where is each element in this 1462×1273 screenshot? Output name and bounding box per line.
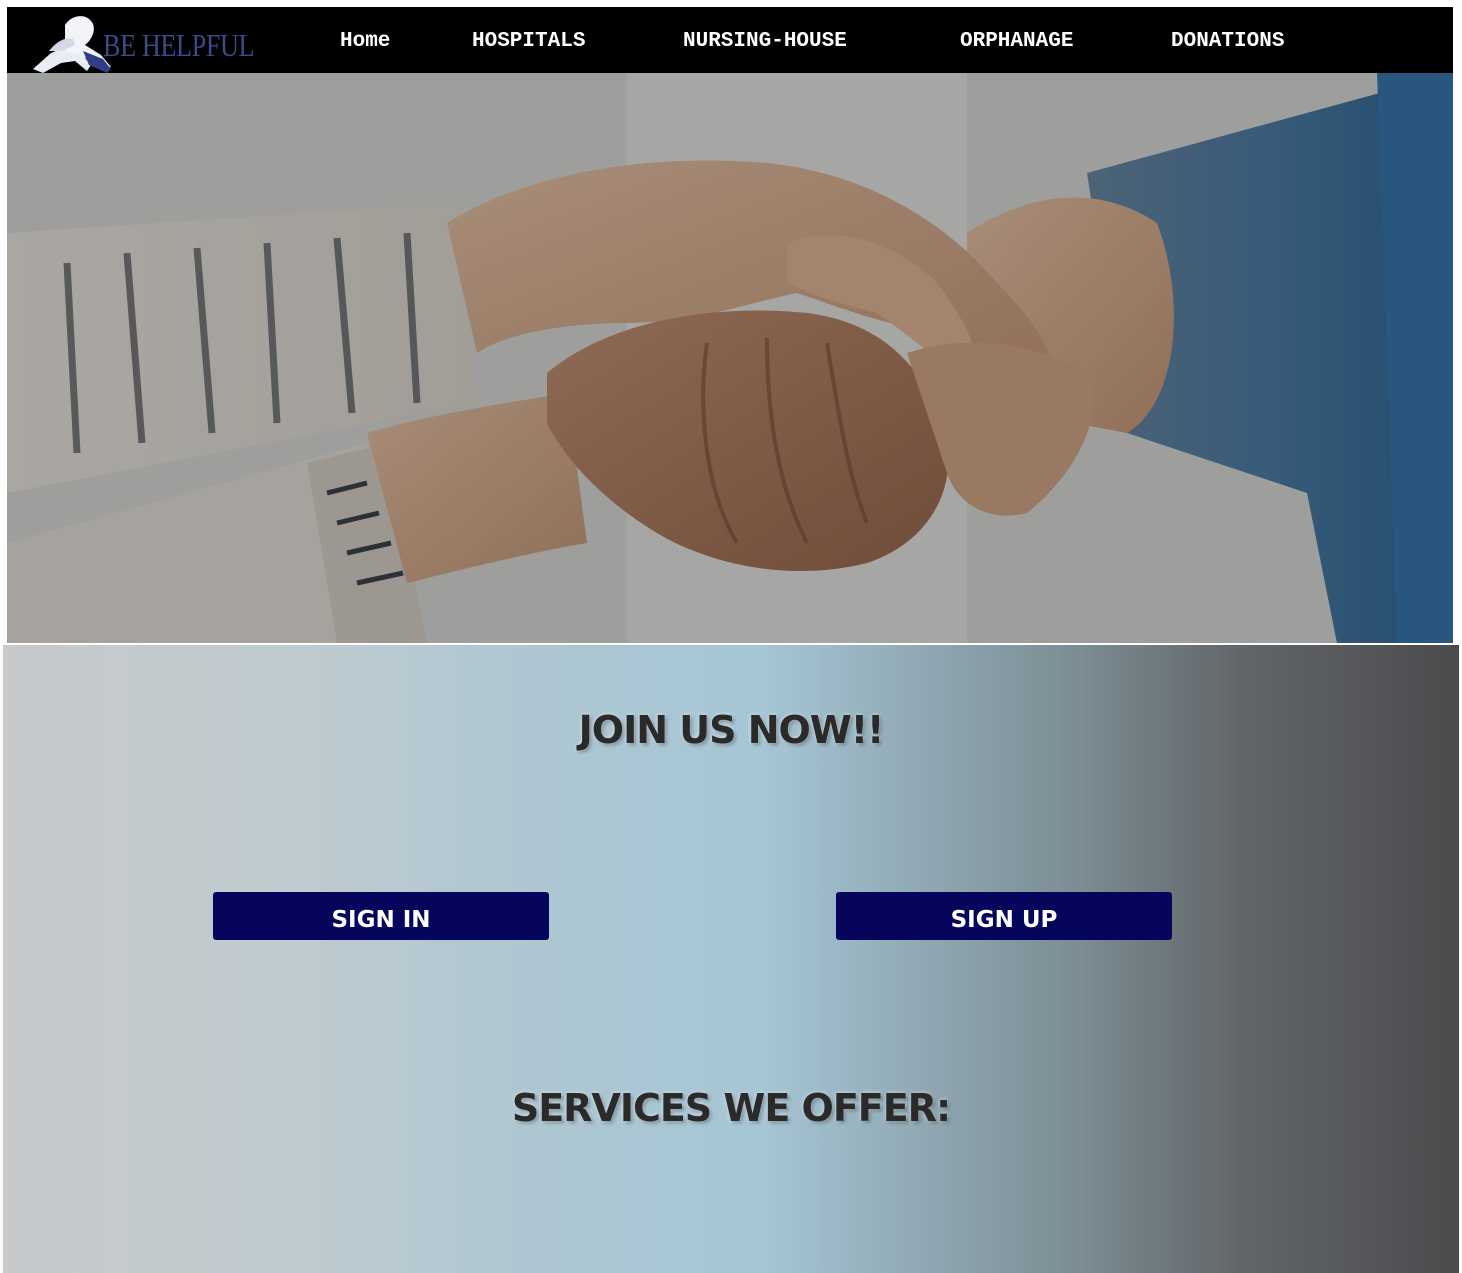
nav-home-link[interactable]: Home	[340, 28, 390, 56]
sign-up-button[interactable]: SIGN UP	[836, 892, 1172, 940]
services-heading: SERVICES WE OFFER:	[511, 1086, 951, 1130]
handshake-icon	[33, 16, 111, 73]
sign-in-button[interactable]: SIGN IN	[213, 892, 549, 940]
nav-orphanage-link[interactable]: ORPHANAGE	[960, 28, 1073, 56]
top-navbar: BE HELPFUL Home HOSPITALS NURSING-HOUSE …	[7, 7, 1453, 73]
brand-logo[interactable]: BE HELPFUL	[31, 11, 261, 73]
join-heading: JOIN US NOW!!	[578, 708, 885, 752]
join-section: JOIN US NOW!! SIGN IN SIGN UP SERVICES W…	[3, 645, 1459, 1273]
nav-hospitals-link[interactable]: HOSPITALS	[472, 28, 585, 56]
hero-overlay	[7, 73, 1453, 643]
nav-donations-link[interactable]: DONATIONS	[1171, 28, 1284, 56]
brand-name: BE HELPFUL	[103, 27, 255, 63]
nav-nursing-house-link[interactable]: NURSING-HOUSE	[683, 28, 847, 56]
hero-image	[7, 73, 1453, 643]
